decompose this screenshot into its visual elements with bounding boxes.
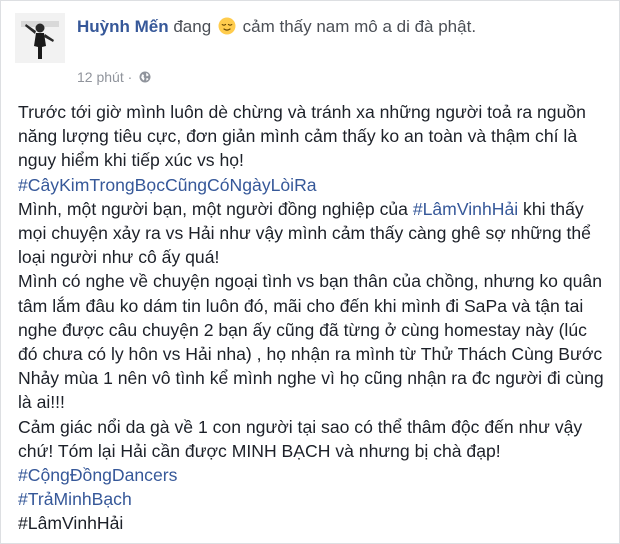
meta-separator: · <box>127 69 133 85</box>
post-meta: 12 phút · <box>77 68 151 86</box>
post-title-line: Huỳnh Mến đang cảm thấy nam mô a di đà p… <box>77 15 597 38</box>
hashtag-link[interactable]: #LâmVinhHải <box>413 199 518 219</box>
profile-photo <box>15 13 65 63</box>
post-paragraph-1: Trước tới giờ mình luôn dè chừng và trán… <box>18 102 586 171</box>
hashtag-link[interactable]: #CâyKimTrongBọcCũngCóNgàyLòiRa <box>18 173 610 197</box>
post-body: Trước tới giờ mình luôn dè chừng và trán… <box>18 100 610 536</box>
post-paragraph-5: Cảm giác nổi da gà về 1 con người tại sa… <box>18 416 583 461</box>
globe-icon[interactable] <box>139 71 151 83</box>
hashtag-link[interactable]: #TrảMinhBạch <box>18 487 610 511</box>
status-feeling[interactable]: cảm thấy nam mô a di đà phật. <box>243 17 476 36</box>
paragraph-text: Mình, một người bạn, một người đồng nghi… <box>18 198 413 219</box>
post-paragraph-3: Mình, một người bạn, một người đồng nghi… <box>18 197 610 270</box>
hashtag-link[interactable]: #CộngĐồngDancers <box>18 463 610 487</box>
timestamp[interactable]: 12 phút <box>77 69 124 85</box>
post-card: Huỳnh Mến đang cảm thấy nam mô a di đà p… <box>0 0 620 544</box>
author-name[interactable]: Huỳnh Mến <box>77 17 169 36</box>
relieved-face-icon <box>218 17 236 35</box>
post-header: Huỳnh Mến đang cảm thấy nam mô a di đà p… <box>15 13 605 89</box>
avatar[interactable] <box>15 13 65 63</box>
status-prefix: đang <box>173 17 212 36</box>
post-paragraph-4: Mình có nghe về chuyện ngoại tình vs bạn… <box>18 271 604 413</box>
post-paragraph-8: #LâmVinhHải <box>18 513 124 534</box>
